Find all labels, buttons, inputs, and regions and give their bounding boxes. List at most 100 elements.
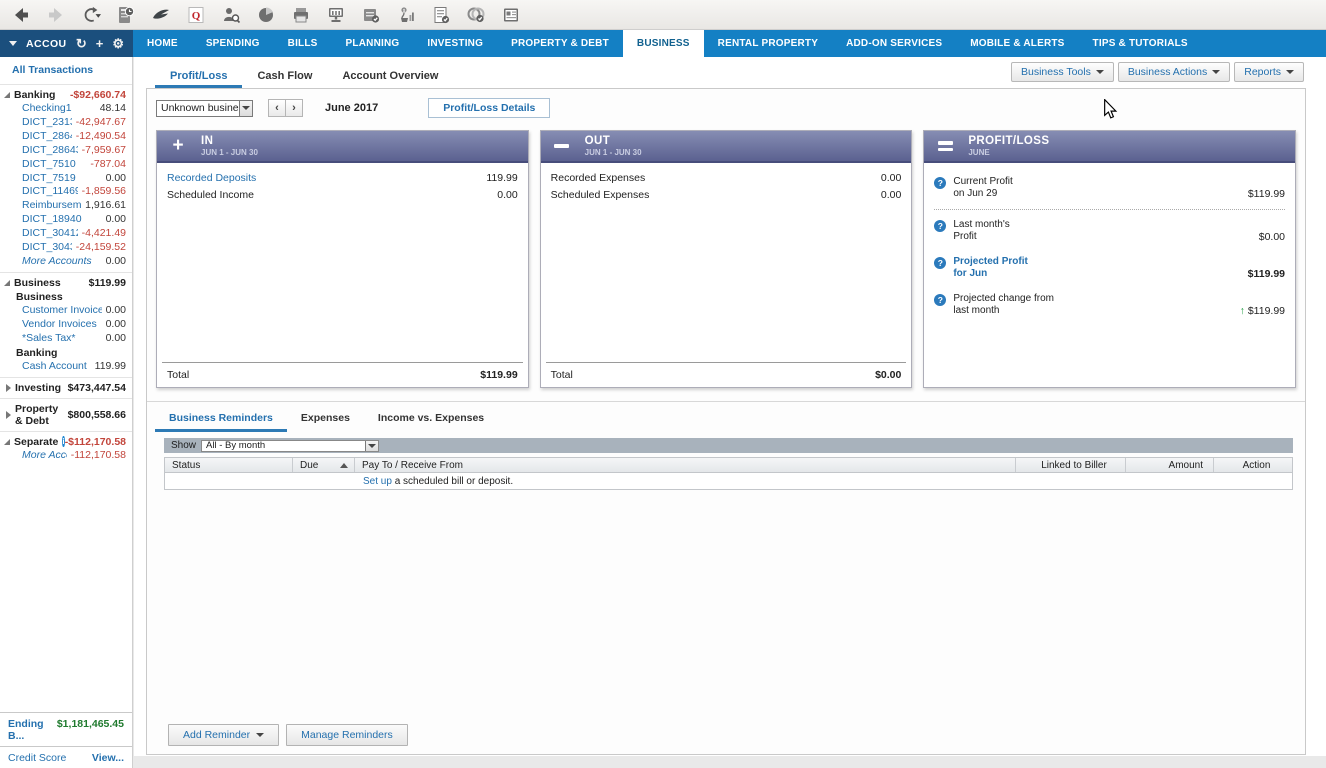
bill-check-icon[interactable] (360, 4, 382, 26)
sidebar-account-dict23132[interactable]: DICT_23132-42,947.67 (0, 116, 132, 130)
subtab-account-overview[interactable]: Account Overview (327, 63, 453, 88)
column-status[interactable]: Status (165, 458, 293, 472)
account-label[interactable]: Checking1 (22, 103, 72, 115)
dropdown-arrow-icon[interactable] (239, 101, 252, 116)
investment-growth-icon[interactable]: $ (395, 4, 417, 26)
help-icon[interactable]: ? (934, 257, 946, 269)
business-tools-button[interactable]: Business Tools (1011, 62, 1114, 82)
flyer-icon[interactable] (150, 4, 172, 26)
account-label[interactable]: DICT_30412 (22, 228, 78, 240)
credit-score-view-link[interactable]: View... (92, 752, 124, 764)
accounts-settings-icon[interactable]: ⚙ (112, 37, 124, 50)
tab-property-debt[interactable]: PROPERTY & DEBT (497, 30, 623, 57)
sidebar-property-debt-header[interactable]: Property & Debt $800,558.66 (0, 402, 132, 428)
manage-reminders-button[interactable]: Manage Reminders (286, 724, 408, 746)
recorded-deposits-link[interactable]: Recorded Deposits (167, 172, 256, 184)
sidebar-account-dict18940[interactable]: DICT_189400.00 (0, 213, 132, 227)
sidebar-separate-more-accounts[interactable]: More Accounts-112,170.58 (0, 449, 132, 463)
sidebar-account-checking1[interactable]: Checking148.14 (0, 102, 132, 116)
expand-closed-icon[interactable] (6, 411, 11, 419)
sidebar-account-dict28646[interactable]: DICT_28646-12,490.54 (0, 130, 132, 144)
sidebar-banking-more-accounts[interactable]: More Accounts0.00 (0, 255, 132, 269)
column-action[interactable]: Action (1214, 458, 1292, 472)
reports-button[interactable]: Reports (1234, 62, 1304, 82)
task-list-icon[interactable] (430, 4, 452, 26)
dropdown-arrow-icon[interactable] (365, 441, 378, 451)
sidebar-account-cash-account[interactable]: Cash Account119.99 (0, 360, 132, 374)
sidebar-account-dict30436[interactable]: DICT_30436-24,159.52 (0, 241, 132, 255)
subtab-cash-flow[interactable]: Cash Flow (242, 63, 327, 88)
tab-spending[interactable]: SPENDING (192, 30, 274, 57)
tab-income-vs-expenses[interactable]: Income vs. Expenses (364, 404, 498, 432)
tab-bills[interactable]: BILLS (274, 30, 332, 57)
account-label[interactable]: Cash Account (22, 361, 87, 373)
account-label[interactable]: DICT_28643 (22, 145, 78, 157)
sidebar-account-dict7519[interactable]: DICT_75190.00 (0, 171, 132, 185)
help-icon[interactable]: ? (934, 220, 946, 232)
tab-investing[interactable]: INVESTING (413, 30, 497, 57)
tab-tips-tutorials[interactable]: TIPS & TUTORIALS (1079, 30, 1202, 57)
account-label[interactable]: DICT_7510 (22, 159, 76, 171)
expand-open-icon[interactable] (4, 92, 10, 98)
business-actions-button[interactable]: Business Actions (1118, 62, 1230, 82)
tab-mobile-alerts[interactable]: MOBILE & ALERTS (956, 30, 1078, 57)
sidebar-account-vendor-invoices[interactable]: Vendor Invoices0.00 (0, 318, 132, 332)
next-month-button[interactable]: › (285, 99, 303, 117)
sidebar-account-dict30412[interactable]: DICT_30412-4,421.49 (0, 227, 132, 241)
account-label[interactable]: DICT_7519 (22, 173, 76, 185)
credit-score-row[interactable]: Credit Score View... (0, 746, 132, 768)
more-accounts-link[interactable]: More Accounts (22, 256, 92, 268)
expand-open-icon[interactable] (4, 439, 10, 445)
reports-pie-icon[interactable] (255, 4, 277, 26)
sidebar-separate-header[interactable]: Separate i -$112,170.58 (0, 435, 132, 449)
expand-open-icon[interactable] (4, 280, 10, 286)
account-label[interactable]: DICT_30436 (22, 242, 72, 254)
business-filter-dropdown[interactable]: Unknown business (156, 100, 253, 117)
tab-rental-property[interactable]: RENTAL PROPERTY (704, 30, 832, 57)
account-label[interactable]: *Sales Tax* (22, 333, 76, 345)
sidebar-banking-header[interactable]: Banking -$92,660.74 (0, 88, 132, 102)
account-label[interactable]: Reimburseme... (22, 200, 81, 212)
quicken-q-icon[interactable]: Q (185, 4, 207, 26)
subtab-profit-loss[interactable]: Profit/Loss (155, 63, 242, 88)
sidebar-investing-header[interactable]: Investing $473,447.54 (0, 381, 132, 395)
account-label[interactable]: Customer Invoices (22, 305, 102, 317)
sidebar-account-sales-tax[interactable]: *Sales Tax*0.00 (0, 332, 132, 346)
sidebar-all-transactions[interactable]: All Transactions (0, 57, 132, 81)
accounts-caret-icon[interactable] (9, 41, 17, 46)
accounts-refresh-icon[interactable]: ↻ (76, 37, 87, 50)
add-reminder-button[interactable]: Add Reminder (168, 724, 279, 746)
tab-addon-services[interactable]: ADD-ON SERVICES (832, 30, 956, 57)
help-icon[interactable]: ? (934, 177, 946, 189)
register-clock-icon[interactable] (115, 4, 137, 26)
column-linked-to-biller[interactable]: Linked to Biller (1016, 458, 1126, 472)
account-label[interactable]: DICT_11469 (22, 186, 78, 198)
expand-closed-icon[interactable] (6, 384, 11, 392)
previous-month-button[interactable]: ‹ (268, 99, 286, 117)
find-person-icon[interactable] (220, 4, 242, 26)
tab-planning[interactable]: PLANNING (332, 30, 414, 57)
back-icon[interactable] (10, 4, 32, 26)
tab-business-reminders[interactable]: Business Reminders (155, 404, 287, 432)
sync-check-icon[interactable] (465, 4, 487, 26)
set-up-link[interactable]: Set up (363, 476, 392, 487)
column-payto[interactable]: Pay To / Receive From (355, 458, 1016, 472)
projected-profit-link[interactable]: Projected Profitfor Jun (953, 256, 1027, 280)
sidebar-account-customer-invoices[interactable]: Customer Invoices0.00 (0, 304, 132, 318)
column-amount[interactable]: Amount (1126, 458, 1214, 472)
sidebar-business-header[interactable]: Business $119.99 (0, 276, 132, 290)
sidebar-account-dict7510[interactable]: DICT_7510-787.04 (0, 158, 132, 172)
tab-expenses[interactable]: Expenses (287, 404, 364, 432)
account-label[interactable]: DICT_28646 (22, 131, 72, 143)
account-label[interactable]: DICT_23132 (22, 117, 72, 129)
sidebar-account-reimbursements[interactable]: Reimburseme...1,916.61 (0, 199, 132, 213)
accounts-bar[interactable]: ACCOUNTS ↻ + ⚙ (0, 30, 133, 57)
help-icon[interactable]: ? (934, 294, 946, 306)
address-book-icon[interactable] (500, 4, 522, 26)
online-center-icon[interactable] (325, 4, 347, 26)
show-filter-dropdown[interactable]: All - By month (201, 440, 379, 452)
more-accounts-link[interactable]: More Accounts (22, 450, 67, 462)
print-icon[interactable] (290, 4, 312, 26)
profit-loss-details-button[interactable]: Profit/Loss Details (428, 98, 550, 118)
sidebar-account-dict28643[interactable]: DICT_28643-7,959.67 (0, 144, 132, 158)
